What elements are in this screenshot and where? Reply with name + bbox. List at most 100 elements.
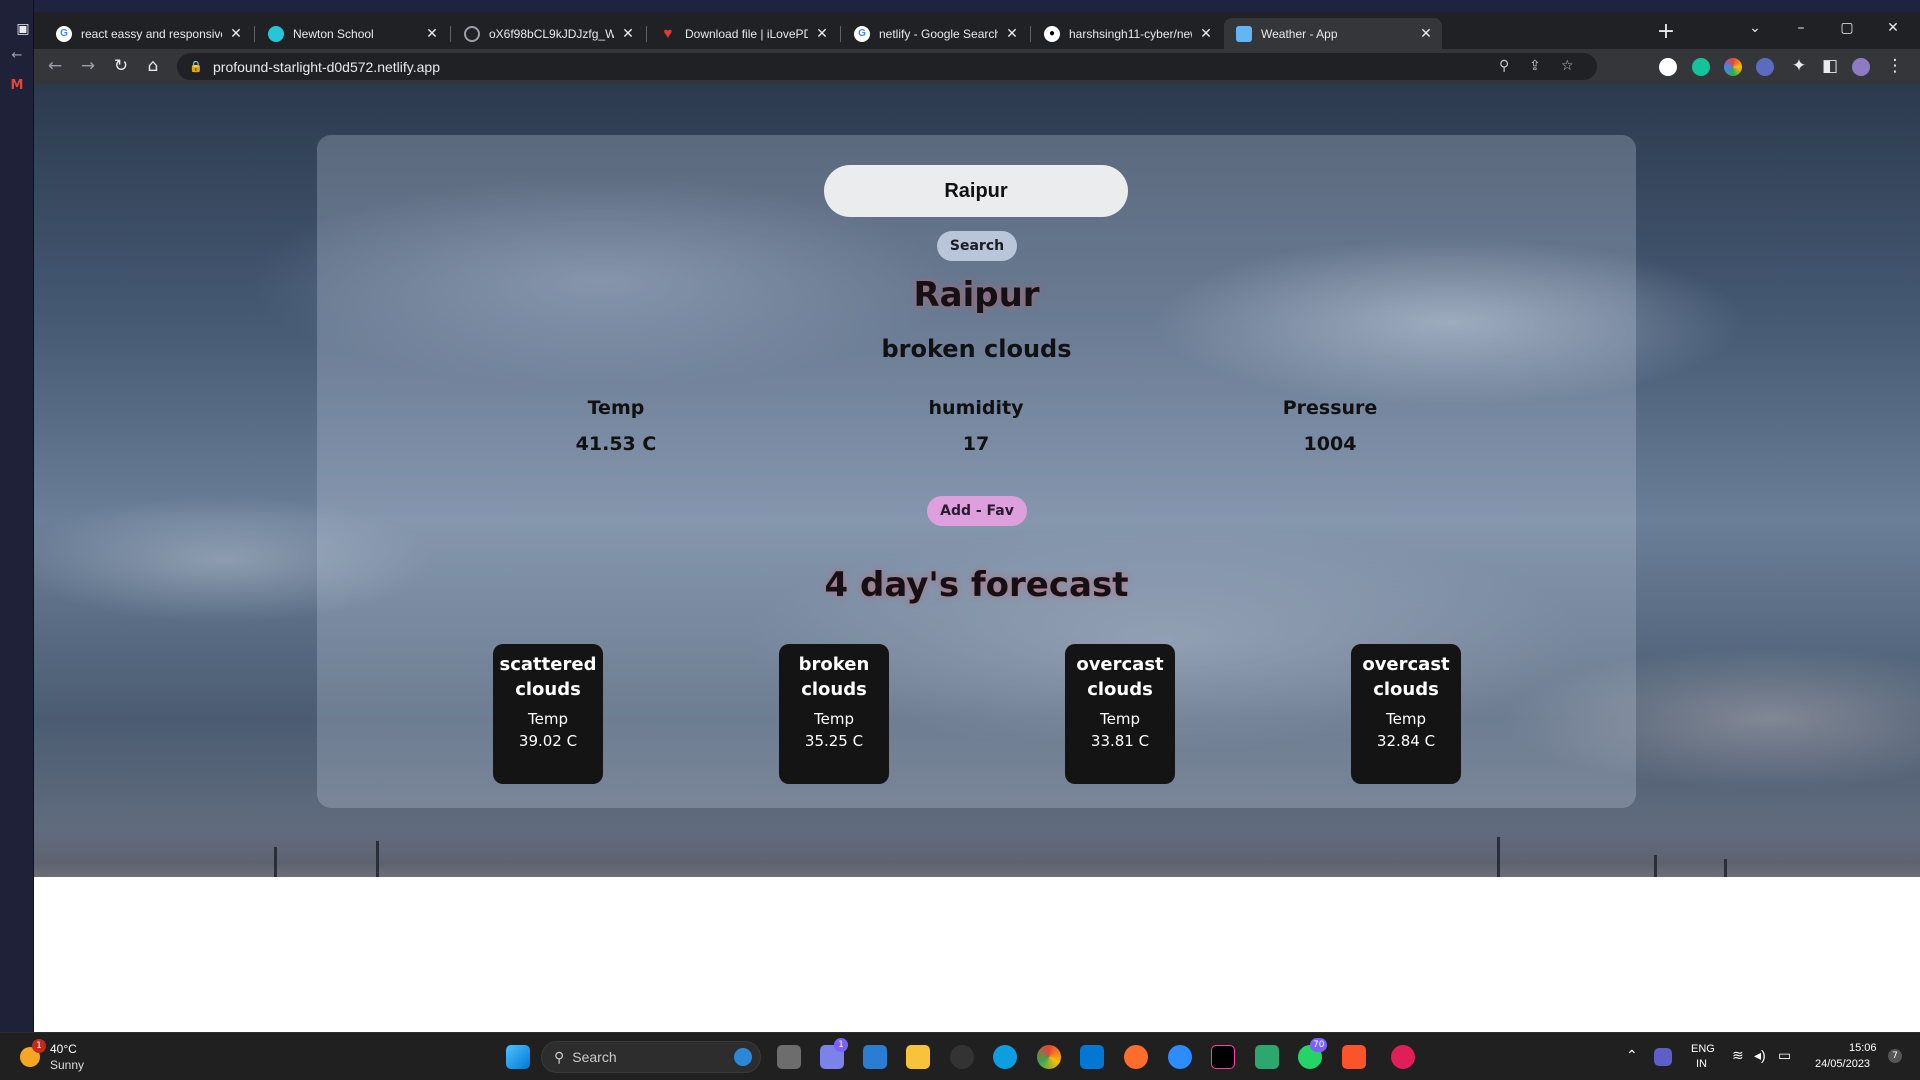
zoom-icon[interactable] <box>1168 1045 1192 1069</box>
clock-date[interactable]: 24/05/2023 <box>1815 1058 1870 1070</box>
url-text[interactable]: profound-starlight-d0d572.netlify.app <box>213 59 440 75</box>
forecast-label: Temp <box>1386 710 1426 728</box>
weather-description: broken clouds <box>881 335 1072 363</box>
close-icon[interactable]: ✕ <box>1418 25 1434 42</box>
stat-value: 41.53 C <box>575 433 657 455</box>
forecast-label: Temp <box>528 710 568 728</box>
profile-avatar[interactable] <box>1852 58 1870 76</box>
language-bottom[interactable]: IN <box>1696 1058 1707 1070</box>
windows-start-icon[interactable] <box>506 1045 530 1069</box>
wifi-icon[interactable]: ≋ <box>1732 1047 1744 1064</box>
forecast-card: overcast clouds Temp 33.81 C <box>1065 644 1175 784</box>
stat-pressure: Pressure 1004 <box>1210 397 1450 455</box>
teams-tray-icon[interactable] <box>1654 1048 1672 1066</box>
file-explorer-icon[interactable] <box>906 1045 930 1069</box>
whatsapp-badge: 70 <box>1310 1038 1328 1052</box>
color-extension-icon[interactable] <box>1724 58 1742 76</box>
horizon <box>34 829 1920 877</box>
github-desktop-icon[interactable] <box>950 1045 974 1069</box>
forecast-label: Temp <box>1100 710 1140 728</box>
weather-badge: 1 <box>32 1039 46 1053</box>
chrome-icon[interactable] <box>1037 1045 1061 1069</box>
tab-walmart[interactable]: oX6f98bCL9kJDJzfg_Walmart U ✕ <box>452 18 644 49</box>
forecast-description: scattered clouds <box>499 654 597 700</box>
address-bar[interactable]: 🔒 profound-starlight-d0d572.netlify.app … <box>177 53 1597 80</box>
volume-icon[interactable]: ◂) <box>1754 1047 1766 1064</box>
language-top[interactable]: ENG <box>1691 1043 1715 1055</box>
background-window-strip: ← M <box>0 0 34 1032</box>
postman-icon[interactable] <box>1124 1045 1148 1069</box>
forecast-description: overcast clouds <box>1362 654 1450 700</box>
new-tab-button[interactable]: + <box>1654 21 1678 43</box>
weather-text[interactable]: Sunny <box>50 1058 84 1072</box>
newton-school-icon <box>268 25 284 42</box>
tab-label: react eassy and responsive card <box>81 26 222 41</box>
app-icon[interactable] <box>1255 1045 1279 1069</box>
stat-temp: Temp 41.53 C <box>496 397 736 455</box>
stat-label: Temp <box>587 397 645 419</box>
close-icon[interactable]: ✕ <box>620 25 636 42</box>
brave-icon[interactable] <box>1342 1045 1366 1069</box>
taskbar: 1 40°C Sunny ⚲ Search 1 70 ⌃ ENG IN ≋ ◂)… <box>0 1032 1920 1080</box>
tab-google-react[interactable]: G react eassy and responsive card ✕ <box>44 18 252 49</box>
close-icon[interactable]: ✕ <box>1198 25 1214 42</box>
tab-weather-app[interactable]: Weather - App ✕ <box>1224 18 1442 49</box>
forecast-card: broken clouds Temp 35.25 C <box>779 644 889 784</box>
lock-icon[interactable]: 🔒 <box>189 60 203 73</box>
side-panel-icon[interactable]: ◧ <box>1819 57 1841 75</box>
tab-github[interactable]: ● harshsingh11-cyber/new-weath ✕ <box>1032 18 1222 49</box>
tab-search-icon[interactable]: ⌄ <box>1740 20 1770 36</box>
search-button[interactable]: Search <box>937 231 1017 261</box>
weather-temp[interactable]: 40°C <box>50 1042 77 1056</box>
close-icon[interactable]: ✕ <box>424 25 440 42</box>
browser-window: ▣ G react eassy and responsive card ✕ Ne… <box>16 12 1920 1032</box>
edge-icon[interactable] <box>993 1045 1017 1069</box>
tab-strip: ▣ G react eassy and responsive card ✕ Ne… <box>16 12 1920 49</box>
minimize-icon[interactable]: – <box>1786 20 1816 36</box>
add-fav-button[interactable]: Add - Fav <box>927 496 1027 526</box>
share-icon[interactable]: ⇪ <box>1529 58 1541 74</box>
clock-time[interactable]: 15:06 <box>1849 1042 1877 1054</box>
reload-icon[interactable]: ↻ <box>110 57 132 75</box>
vpn-extension-icon[interactable] <box>1756 58 1774 76</box>
bookmark-star-icon[interactable]: ☆ <box>1561 58 1574 74</box>
city-search-input[interactable] <box>824 165 1128 217</box>
location-icon[interactable]: ⚲ <box>1499 58 1509 74</box>
search-icon: ⚲ <box>554 1048 565 1065</box>
taskbar-search[interactable]: ⚲ Search <box>541 1041 761 1073</box>
browser-toolbar: ← → ↻ ⌂ 🔒 profound-starlight-d0d572.netl… <box>34 49 1920 84</box>
stat-value: 17 <box>962 433 990 455</box>
extensions-puzzle-icon[interactable]: ✦ <box>1788 57 1810 75</box>
tab-label: harshsingh11-cyber/new-weath <box>1069 26 1192 41</box>
forecast-value: 39.02 C <box>518 732 578 750</box>
tab-newton-school[interactable]: Newton School ✕ <box>256 18 448 49</box>
tab-actions-icon[interactable]: ▣ <box>12 20 34 38</box>
chevron-up-icon[interactable]: ⌃ <box>1626 1047 1638 1064</box>
maximize-icon[interactable]: ▢ <box>1832 20 1862 36</box>
grammarly-extension-icon[interactable] <box>1692 58 1710 76</box>
forecast-label: Temp <box>814 710 854 728</box>
close-icon[interactable]: ✕ <box>1004 25 1020 42</box>
tab-netlify-search[interactable]: G netlify - Google Search ✕ <box>842 18 1028 49</box>
forecast-description: broken clouds <box>798 654 870 700</box>
bing-extension-icon[interactable] <box>1659 58 1677 76</box>
close-icon[interactable]: ✕ <box>228 25 244 42</box>
weather-app-icon <box>1236 25 1252 42</box>
intellij-icon[interactable] <box>1211 1045 1235 1069</box>
gmail-icon[interactable]: M <box>9 78 25 94</box>
back-icon[interactable]: ← <box>44 57 66 75</box>
battery-icon[interactable]: ▭ <box>1778 1047 1791 1064</box>
forecast-value: 35.25 C <box>804 732 864 750</box>
close-icon[interactable]: ✕ <box>814 25 830 42</box>
store-icon[interactable] <box>863 1045 887 1069</box>
forward-icon[interactable]: → <box>77 57 99 75</box>
stat-label: Pressure <box>1282 397 1378 419</box>
home-icon[interactable]: ⌂ <box>142 57 164 75</box>
task-view-icon[interactable] <box>777 1045 801 1069</box>
slack-icon[interactable] <box>1391 1045 1415 1069</box>
notification-badge[interactable]: 7 <box>1888 1049 1902 1063</box>
close-window-icon[interactable]: ✕ <box>1878 20 1908 36</box>
menu-kebab-icon[interactable]: ⋮ <box>1884 57 1906 75</box>
vscode-icon[interactable] <box>1080 1045 1104 1069</box>
tab-ilovepdf[interactable]: ♥ Download file | iLovePDF ✕ <box>648 18 838 49</box>
